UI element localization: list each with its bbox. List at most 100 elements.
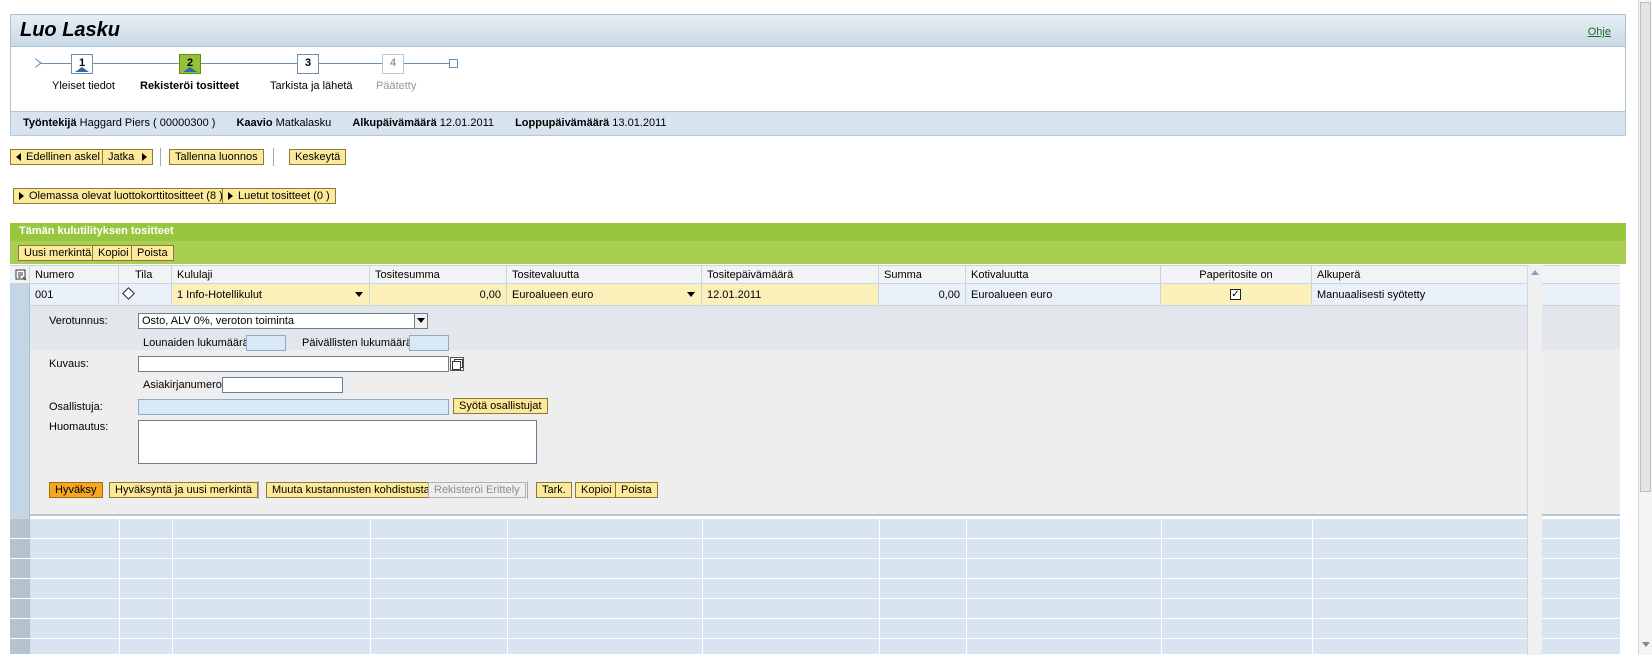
copy-button[interactable]: Kopioi <box>92 245 135 261</box>
empty-row[interactable] <box>10 539 1620 559</box>
detail-panel: Verotunnus: Osto, ALV 0%, veroton toimin… <box>30 306 1620 516</box>
start-date-value: 12.01.2011 <box>439 117 495 129</box>
chevron-down-icon <box>414 314 427 328</box>
page-title: Luo Lasku <box>20 19 121 41</box>
table-scrollbar[interactable] <box>1527 265 1542 655</box>
button-label: Edellinen askel <box>26 151 100 163</box>
note-textarea[interactable] <box>138 420 537 464</box>
start-date-label: Alkupäivämäärä <box>352 117 437 129</box>
check-button[interactable]: Tark. <box>536 482 572 498</box>
empty-row[interactable] <box>10 579 1620 599</box>
cell-origin: Manuaalisesti syötetty <box>1312 284 1528 305</box>
expense-type-dropdown[interactable]: 1 Info-Hotellikulut <box>172 284 370 305</box>
participants-label: Osallistuja: <box>49 401 103 413</box>
enter-participants-button[interactable]: Syötä osallistujat <box>453 398 548 414</box>
change-cost-assignment-button[interactable]: Muuta kustannusten kohdistusta <box>266 482 436 498</box>
description-input[interactable] <box>138 356 449 372</box>
row-selector[interactable] <box>10 284 30 305</box>
step-indicator-icon <box>75 67 89 72</box>
end-date-value: 13.01.2011 <box>612 117 667 129</box>
read-receipts-expander[interactable]: Luetut tositteet (0 ) <box>222 188 336 204</box>
empty-row[interactable] <box>10 559 1620 579</box>
dropdown-value: Euroalueen euro <box>512 289 594 301</box>
receipt-amount-input[interactable]: 0,00 <box>370 284 507 305</box>
register-breakdown-button: Rekisteröi Erittely <box>428 482 526 498</box>
col-home-currency[interactable]: Kotivaluutta <box>966 266 1161 283</box>
table-row[interactable]: 001 1 Info-Hotellikulut 0,00 Euroalueen … <box>10 284 1620 306</box>
roadmap-label-2[interactable]: Rekisteröi tositteet <box>140 80 239 92</box>
save-draft-button[interactable]: Tallenna luonnos <box>169 149 264 165</box>
roadmap-label-1[interactable]: Yleiset tiedot <box>52 80 115 92</box>
roadmap-end-icon <box>449 59 458 68</box>
button-label: Jatka <box>108 151 135 163</box>
participants-input <box>138 399 449 415</box>
roadmap-step-3[interactable]: 3 <box>297 54 319 74</box>
dinners-label: Päivällisten lukumäärä: <box>302 337 416 349</box>
detail-delete-button[interactable]: Poista <box>615 482 658 498</box>
scroll-down-icon[interactable] <box>1642 642 1650 647</box>
copy-text-icon[interactable] <box>450 357 464 371</box>
roadmap-step-1[interactable]: 1 <box>71 54 93 74</box>
cell-number: 001 <box>30 284 119 305</box>
employee-value: Haggard Piers ( 00000300 ) <box>79 117 216 129</box>
accept-button[interactable]: Hyväksy <box>49 482 103 498</box>
dinners-input[interactable] <box>409 335 449 351</box>
button-label: Luetut tositteet (0 ) <box>238 190 330 202</box>
col-paper-receipt[interactable]: Paperitosite on <box>1161 266 1312 283</box>
lunches-input[interactable] <box>246 335 286 351</box>
arrow-right-icon <box>142 153 148 162</box>
empty-row[interactable] <box>10 639 1620 655</box>
schema-value: Matkalasku <box>275 117 332 129</box>
continue-button[interactable]: Jatka <box>102 149 154 165</box>
help-link[interactable]: Ohje <box>1588 26 1611 38</box>
window-scrollbar[interactable] <box>1638 0 1652 655</box>
empty-rows <box>10 519 1620 655</box>
paper-receipt-checkbox[interactable]: ✓ <box>1230 289 1241 300</box>
document-number-input[interactable] <box>222 377 343 393</box>
delete-button[interactable]: Poista <box>131 245 174 261</box>
section-header: Tämän kulutilityksen tositteet <box>10 223 1626 241</box>
roadmap-step-2[interactable]: 2 <box>179 54 201 74</box>
chevron-down-icon <box>687 292 695 297</box>
expand-icon <box>19 192 24 201</box>
detail-copy-button[interactable]: Kopioi <box>575 482 618 498</box>
receipt-date-input[interactable]: 12.01.2011 <box>702 284 879 305</box>
empty-row[interactable] <box>10 619 1620 639</box>
cancel-button[interactable]: Keskeytä <box>289 149 347 165</box>
col-origin[interactable]: Alkuperä <box>1312 266 1528 283</box>
previous-step-button[interactable]: Edellinen askel <box>10 149 106 165</box>
empty-row[interactable] <box>10 519 1620 539</box>
employee-label: Työntekijä <box>23 117 77 129</box>
col-receipt-date[interactable]: Tositepäivämäärä <box>702 266 879 283</box>
arrow-left-icon <box>16 153 21 162</box>
lunches-label: Lounaiden lukumäärä: <box>143 337 252 349</box>
context-bar: Työntekijä Haggard Piers ( 00000300 ) Ka… <box>10 111 1626 136</box>
col-amount[interactable]: Summa <box>879 266 966 283</box>
roadmap-label-3[interactable]: Tarkista ja lähetä <box>270 80 353 92</box>
scrollbar-thumb[interactable] <box>1640 2 1651 492</box>
title-bar: Luo Lasku Ohje <box>10 14 1626 47</box>
document-number-label: Asiakirjanumero: <box>143 379 225 391</box>
schema-label: Kaavio <box>236 117 273 129</box>
end-date-label: Loppupäivämäärä <box>515 117 610 129</box>
description-label: Kuvaus: <box>49 358 89 370</box>
chevron-down-icon <box>355 292 363 297</box>
new-entry-button[interactable]: Uusi merkintä <box>18 245 98 261</box>
col-receipt-currency[interactable]: Tositevaluutta <box>507 266 702 283</box>
col-expense-type[interactable]: Kululaji <box>172 266 370 283</box>
col-status[interactable]: Tila <box>119 266 172 283</box>
col-receipt-amount[interactable]: Tositesumma <box>370 266 507 283</box>
cell-amount: 0,00 <box>879 284 966 305</box>
accept-new-entry-button[interactable]: Hyväksyntä ja uusi merkintä <box>109 482 258 498</box>
step-number: 3 <box>304 57 312 69</box>
tax-code-dropdown[interactable]: Osto, ALV 0%, veroton toiminta <box>138 313 428 329</box>
table-header: Numero Tila Kululaji Tositesumma Tositev… <box>10 265 1620 284</box>
col-number[interactable]: Numero <box>30 266 119 283</box>
receipt-currency-dropdown[interactable]: Euroalueen euro <box>507 284 702 305</box>
scroll-up-icon[interactable] <box>1531 270 1539 275</box>
empty-row[interactable] <box>10 599 1620 619</box>
expand-icon <box>228 192 233 201</box>
tax-code-label: Verotunnus: <box>49 315 108 327</box>
credit-card-receipts-expander[interactable]: Olemassa olevat luottokorttitositteet (8… <box>13 188 229 204</box>
table-settings-icon[interactable] <box>10 266 30 283</box>
